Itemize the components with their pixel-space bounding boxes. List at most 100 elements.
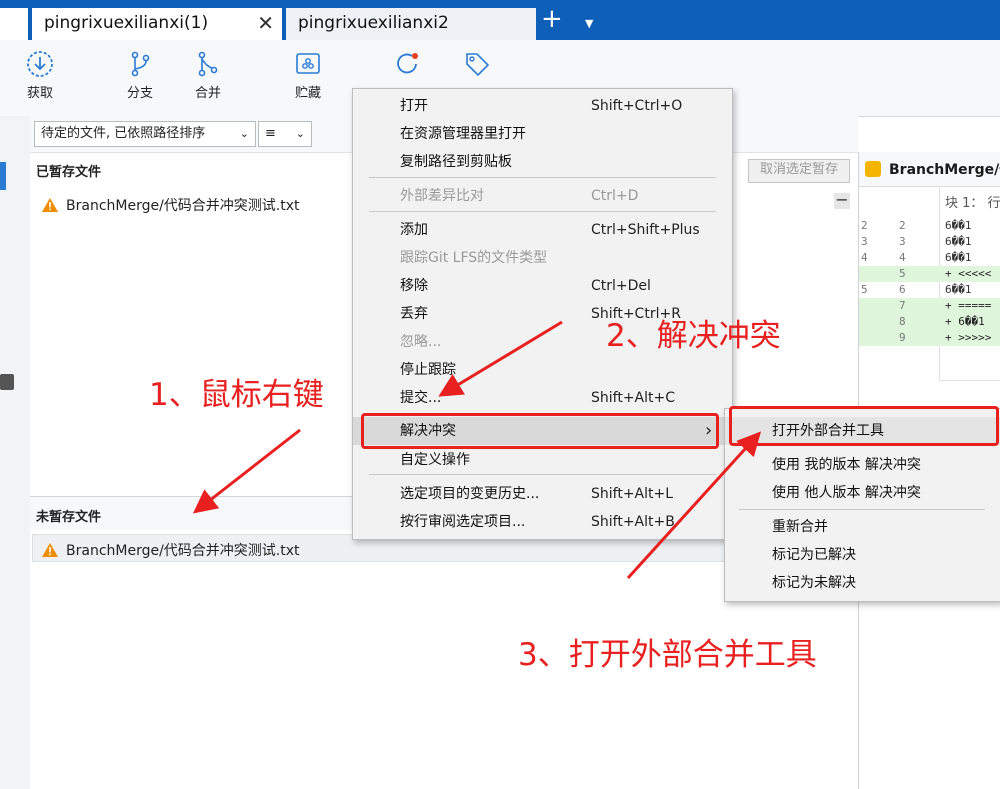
annotation-step3: 3、打开外部合并工具 (518, 637, 817, 673)
discard-button[interactable] (378, 50, 438, 78)
context-menu-item[interactable]: 停止跟踪 (353, 356, 732, 384)
diff-line: 5 + <<<<< (859, 266, 1000, 282)
menu-item-label: 复制路径到剪贴板 (400, 154, 512, 170)
chevron-down-icon: ⌄ (239, 127, 249, 140)
close-icon[interactable]: ✕ (257, 8, 274, 38)
highlight-resolve-conflict (361, 413, 719, 449)
fetch-icon (27, 51, 53, 77)
submenu-item[interactable]: 标记为已解决 (725, 541, 1000, 569)
menu-item-label: 在资源管理器里打开 (400, 126, 526, 142)
submenu-item-label: 使用 我的版本 解决冲突 (772, 457, 921, 473)
context-menu-item[interactable]: 打开 Shift+Ctrl+O (353, 92, 732, 120)
branch-label: 分支 (126, 86, 153, 101)
left-sidebar (0, 116, 31, 789)
context-menu-item[interactable]: 复制路径到剪贴板 (353, 148, 732, 176)
fetch-button[interactable]: 获取 (10, 50, 70, 101)
chevron-down-icon: ⌄ (295, 127, 305, 140)
unstaged-file-row[interactable]: BranchMerge/代码合并冲突测试.txt (42, 540, 300, 560)
staged-title: 已暂存文件 (36, 165, 102, 180)
menu-item-label: 打开 (400, 98, 428, 114)
tab-menu-icon[interactable]: ▼ (585, 17, 593, 30)
menu-item-label: 忽略... (400, 334, 442, 350)
sidebar-icon[interactable] (0, 374, 14, 390)
context-menu-item[interactable]: 按行审阅选定项目... Shift+Alt+B (353, 508, 732, 536)
line-number: 6 (899, 283, 906, 296)
menu-item-shortcut: Shift+Alt+B (591, 514, 675, 530)
diff-line-text: + 6��1 (945, 315, 985, 328)
stash-icon (296, 53, 320, 74)
file-name: BranchMerge/代码合并冲突测试.txt (66, 543, 300, 559)
line-number: 5 (899, 267, 906, 280)
tab-repo-2[interactable]: pingrixuexilianxi2 (286, 8, 536, 40)
context-menu-item[interactable]: 选定项目的变更历史... Shift+Alt+L (353, 480, 732, 508)
tab-repo-1[interactable]: pingrixuexilianxi(1) ✕ (32, 8, 282, 40)
menu-separator (369, 177, 716, 178)
warning-icon (42, 198, 58, 212)
context-menu-item[interactable]: 提交... Shift+Alt+C (353, 384, 732, 412)
unstage-button[interactable]: 取消选定暂存 (748, 159, 850, 183)
submenu-item[interactable]: 使用 他人版本 解决冲突 (725, 479, 1000, 507)
tab-label: pingrixuexilianxi(1) (44, 13, 209, 33)
sort-select[interactable]: 待定的文件, 已依照路径排序 ⌄ (34, 121, 256, 147)
branch-button[interactable]: 分支 (110, 50, 170, 101)
merge-icon (198, 51, 218, 77)
diff-line: 9 + >>>>> (859, 330, 1000, 346)
menu-item-shortcut: Shift+Alt+C (591, 390, 676, 406)
view-select[interactable]: ≡ ⌄ (258, 121, 312, 147)
stash-label: 贮藏 (294, 86, 321, 101)
collapse-icon[interactable]: − (834, 192, 850, 209)
diff-line-text: 6��1 (945, 251, 972, 264)
annotation-step2: 2、解决冲突 (606, 318, 781, 354)
diff-line-text: 6��1 (945, 283, 972, 296)
line-number: 9 (899, 331, 906, 344)
submenu-item[interactable]: 使用 我的版本 解决冲突 (725, 451, 1000, 479)
diff-file-title: BranchMerge/代 (889, 162, 1000, 178)
line-number: 4 (899, 251, 906, 264)
menu-item-label: 停止跟踪 (400, 362, 456, 378)
tab-bar: pingrixuexilianxi(1) ✕ pingrixuexilianxi… (0, 0, 1000, 40)
stash-button[interactable]: 贮藏 (278, 50, 338, 101)
context-menu-item[interactable]: 移除 Ctrl+Del (353, 272, 732, 300)
refresh-icon (397, 53, 418, 74)
submenu-item[interactable]: 标记为未解决 (725, 569, 1000, 597)
line-number: 2 (899, 219, 906, 232)
submenu-item[interactable]: 重新合并 (725, 513, 1000, 541)
diff-line: 2 2 6��1 (859, 218, 1000, 234)
line-number: 2 (861, 219, 868, 232)
submenu-item-label: 标记为未解决 (772, 575, 856, 591)
menu-separator (739, 509, 985, 510)
sidebar-active-marker (0, 162, 6, 190)
file-name: BranchMerge/代码合并冲突测试.txt (66, 198, 300, 214)
menu-separator (369, 211, 716, 212)
submenu-item-label: 使用 他人版本 解决冲突 (772, 485, 921, 501)
diff-line: 4 4 6��1 (859, 250, 1000, 266)
context-menu-item[interactable]: 在资源管理器里打开 (353, 120, 732, 148)
line-number: 8 (899, 315, 906, 328)
line-number: 3 (861, 235, 868, 248)
diff-line-text: + <<<<< (945, 267, 992, 280)
diff-line-text: + >>>>> (945, 331, 992, 344)
merge-button[interactable]: 合并 (178, 50, 238, 101)
diff-line-text: 6��1 (945, 219, 972, 232)
line-number: 5 (861, 283, 868, 296)
highlight-open-merge-tool (729, 406, 999, 446)
menu-item-label: 按行审阅选定项目... (400, 514, 526, 530)
context-menu-item: 跟踪Git LFS的文件类型 (353, 244, 732, 272)
menu-item-shortcut: Shift+Ctrl+O (591, 98, 683, 114)
menu-item-label: 添加 (400, 222, 428, 238)
file-edit-icon (865, 161, 881, 177)
menu-item-label: 丢弃 (400, 306, 428, 322)
diff-line: 8 + 6��1 (859, 314, 1000, 330)
tab-partial[interactable] (0, 8, 28, 40)
tab-label: pingrixuexilianxi2 (298, 13, 449, 33)
diff-header: BranchMerge/代 (859, 152, 1000, 187)
warning-icon (42, 543, 58, 557)
context-menu-item[interactable]: 添加 Ctrl+Shift+Plus (353, 216, 732, 244)
unstaged-title: 未暂存文件 (36, 510, 102, 525)
context-menu-item[interactable]: 自定义操作 (353, 446, 732, 474)
tag-button[interactable] (447, 50, 507, 78)
add-tab-icon[interactable]: + (541, 4, 563, 34)
tag-icon (466, 53, 490, 77)
context-menu-item: 外部差异比对 Ctrl+D (353, 182, 732, 210)
staged-file-row[interactable]: BranchMerge/代码合并冲突测试.txt (42, 195, 300, 215)
